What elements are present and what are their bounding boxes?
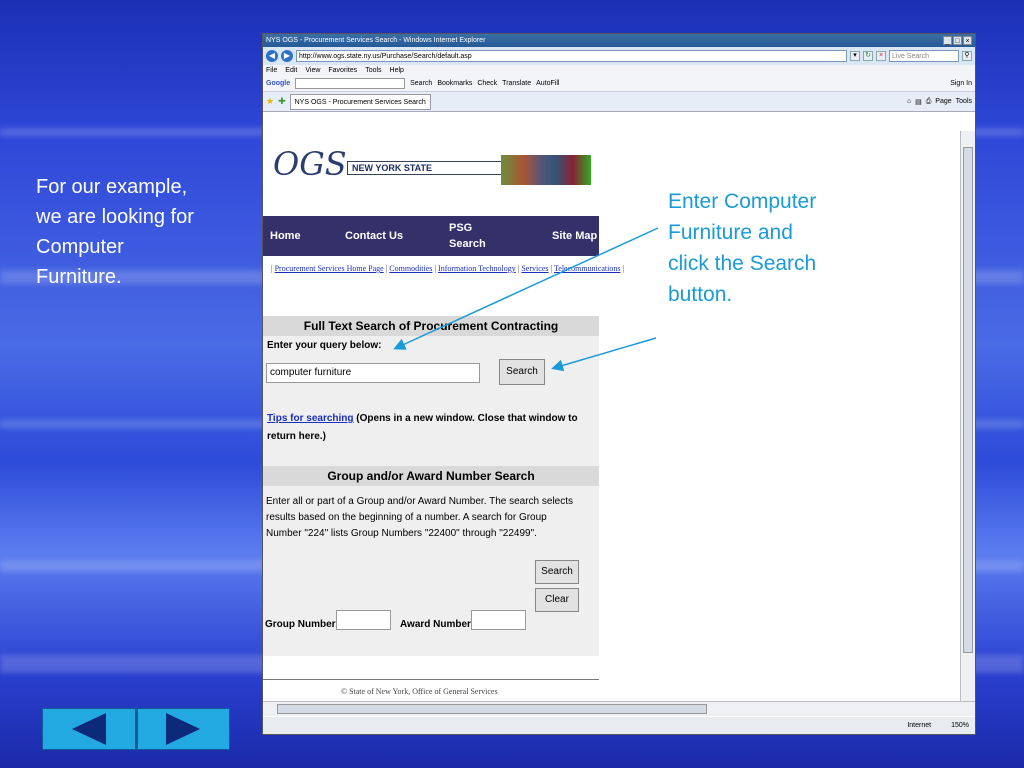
- menu-file[interactable]: File: [266, 67, 277, 74]
- google-translate-button[interactable]: Translate: [502, 80, 531, 87]
- minimize-icon[interactable]: _: [943, 36, 952, 45]
- next-slide-button[interactable]: [136, 708, 230, 750]
- dropdown-icon[interactable]: ▾: [850, 51, 860, 61]
- google-autofill-button[interactable]: AutoFill: [536, 80, 559, 87]
- status-bar: Internet 150%: [263, 717, 975, 734]
- slide-nav: [42, 708, 230, 750]
- query-input[interactable]: computer furniture: [266, 363, 480, 383]
- maximize-icon[interactable]: □: [953, 36, 962, 45]
- favorites-star-icon[interactable]: ★: [266, 96, 274, 107]
- browser-window: NYS OGS - Procurement Services Search - …: [262, 33, 976, 735]
- site-nav: Home Contact Us PSG Search Site Map: [263, 216, 599, 256]
- home-icon[interactable]: ⌂: [907, 98, 911, 105]
- nav-psg-search[interactable]: PSG Search: [449, 220, 489, 252]
- url-input[interactable]: http://www.ogs.state.ny.us/Purchase/Sear…: [296, 50, 847, 62]
- vertical-scroll-thumb[interactable]: [963, 147, 973, 653]
- sub-links: | Procurement Services Home Page | Commo…: [271, 264, 625, 273]
- status-zone: Internet: [907, 722, 932, 729]
- sign-in-link[interactable]: Sign In: [950, 80, 972, 87]
- tips-text: Tips for searching (Opens in a new windo…: [267, 410, 587, 446]
- tools-menu-button[interactable]: Tools: [956, 98, 972, 105]
- live-search-input[interactable]: Live Search: [889, 50, 959, 62]
- google-search-button[interactable]: Search: [410, 80, 432, 87]
- tips-link[interactable]: Tips for searching: [267, 413, 354, 424]
- link-procurement-home[interactable]: Procurement Services Home Page: [275, 264, 384, 273]
- close-icon[interactable]: ×: [963, 36, 972, 45]
- query-label: Enter your query below:: [267, 340, 382, 351]
- footer-divider: [263, 679, 599, 680]
- group-number-input[interactable]: [336, 610, 391, 630]
- fulltext-heading: Full Text Search of Procurement Contract…: [263, 316, 599, 336]
- link-information-technology[interactable]: Information Technology: [438, 264, 516, 273]
- zoom-level[interactable]: 150%: [951, 722, 969, 729]
- fulltext-search-button[interactable]: Search: [499, 359, 545, 385]
- menu-view[interactable]: View: [305, 67, 320, 74]
- stop-icon[interactable]: ×: [876, 51, 886, 61]
- group-description: Enter all or part of a Group and/or Awar…: [266, 496, 574, 539]
- feeds-icon[interactable]: ▤: [915, 98, 922, 106]
- nav-contact-us[interactable]: Contact Us: [345, 230, 403, 242]
- nav-home[interactable]: Home: [270, 230, 301, 242]
- address-bar-row: ◀ ▶ http://www.ogs.state.ny.us/Purchase/…: [263, 47, 975, 65]
- google-bookmarks-button[interactable]: Bookmarks: [437, 80, 472, 87]
- menu-tools[interactable]: Tools: [365, 67, 381, 74]
- award-number-input[interactable]: [471, 610, 526, 630]
- arrow-right-icon: [166, 713, 201, 745]
- google-search-input[interactable]: [295, 78, 406, 89]
- nav-site-map[interactable]: Site Map: [552, 230, 597, 242]
- page-footer: © State of New York, Office of General S…: [341, 687, 498, 696]
- state-banner: NEW YORK STATE: [347, 161, 507, 175]
- google-label: Google: [266, 80, 291, 87]
- horizontal-scrollbar[interactable]: [263, 701, 975, 716]
- page-content: OGS NEW YORK STATE Home Contact Us PSG S…: [263, 131, 961, 701]
- menu-help[interactable]: Help: [390, 67, 404, 74]
- print-icon[interactable]: ⎙: [926, 98, 932, 106]
- menu-bar: File Edit View Favorites Tools Help: [263, 65, 975, 76]
- window-title: NYS OGS - Procurement Services Search - …: [266, 37, 486, 44]
- group-search-button[interactable]: Search: [535, 560, 579, 584]
- vertical-scrollbar[interactable]: [960, 131, 975, 701]
- link-telecommunications[interactable]: Telecommunications: [554, 264, 621, 273]
- search-panel: Full Text Search of Procurement Contract…: [263, 316, 599, 656]
- back-icon[interactable]: ◀: [266, 50, 278, 62]
- link-services[interactable]: Services: [521, 264, 548, 273]
- google-toolbar: Google Search Bookmarks Check Translate …: [263, 76, 975, 92]
- menu-edit[interactable]: Edit: [285, 67, 297, 74]
- link-commodities[interactable]: Commodities: [389, 264, 432, 273]
- title-bar: NYS OGS - Procurement Services Search - …: [263, 34, 975, 47]
- horizontal-scroll-thumb[interactable]: [277, 704, 707, 714]
- ogs-logo: OGS: [273, 145, 347, 183]
- google-check-button[interactable]: Check: [477, 80, 497, 87]
- banner-photos: [501, 155, 591, 185]
- tab-procurement-search[interactable]: NYS OGS - Procurement Services Search: [289, 93, 431, 110]
- refresh-icon[interactable]: ↻: [863, 51, 873, 61]
- add-favorites-icon[interactable]: ✚: [278, 96, 286, 107]
- tab-bar: ★ ✚ NYS OGS - Procurement Services Searc…: [263, 92, 975, 112]
- page-menu-button[interactable]: Page: [935, 98, 951, 105]
- clear-button[interactable]: Clear: [535, 588, 579, 612]
- group-heading: Group and/or Award Number Search: [263, 466, 599, 486]
- arrow-left-icon: [71, 713, 106, 745]
- slide-left-text: For our example, we are looking for Comp…: [36, 176, 194, 288]
- callout-text: Enter Computer Furniture and click the S…: [668, 186, 838, 310]
- award-number-label: Award Number:: [400, 619, 475, 630]
- search-icon[interactable]: ⚲: [962, 51, 972, 61]
- forward-icon[interactable]: ▶: [281, 50, 293, 62]
- group-number-label: Group Number:: [265, 619, 339, 630]
- prev-slide-button[interactable]: [42, 708, 137, 750]
- menu-favorites[interactable]: Favorites: [328, 67, 357, 74]
